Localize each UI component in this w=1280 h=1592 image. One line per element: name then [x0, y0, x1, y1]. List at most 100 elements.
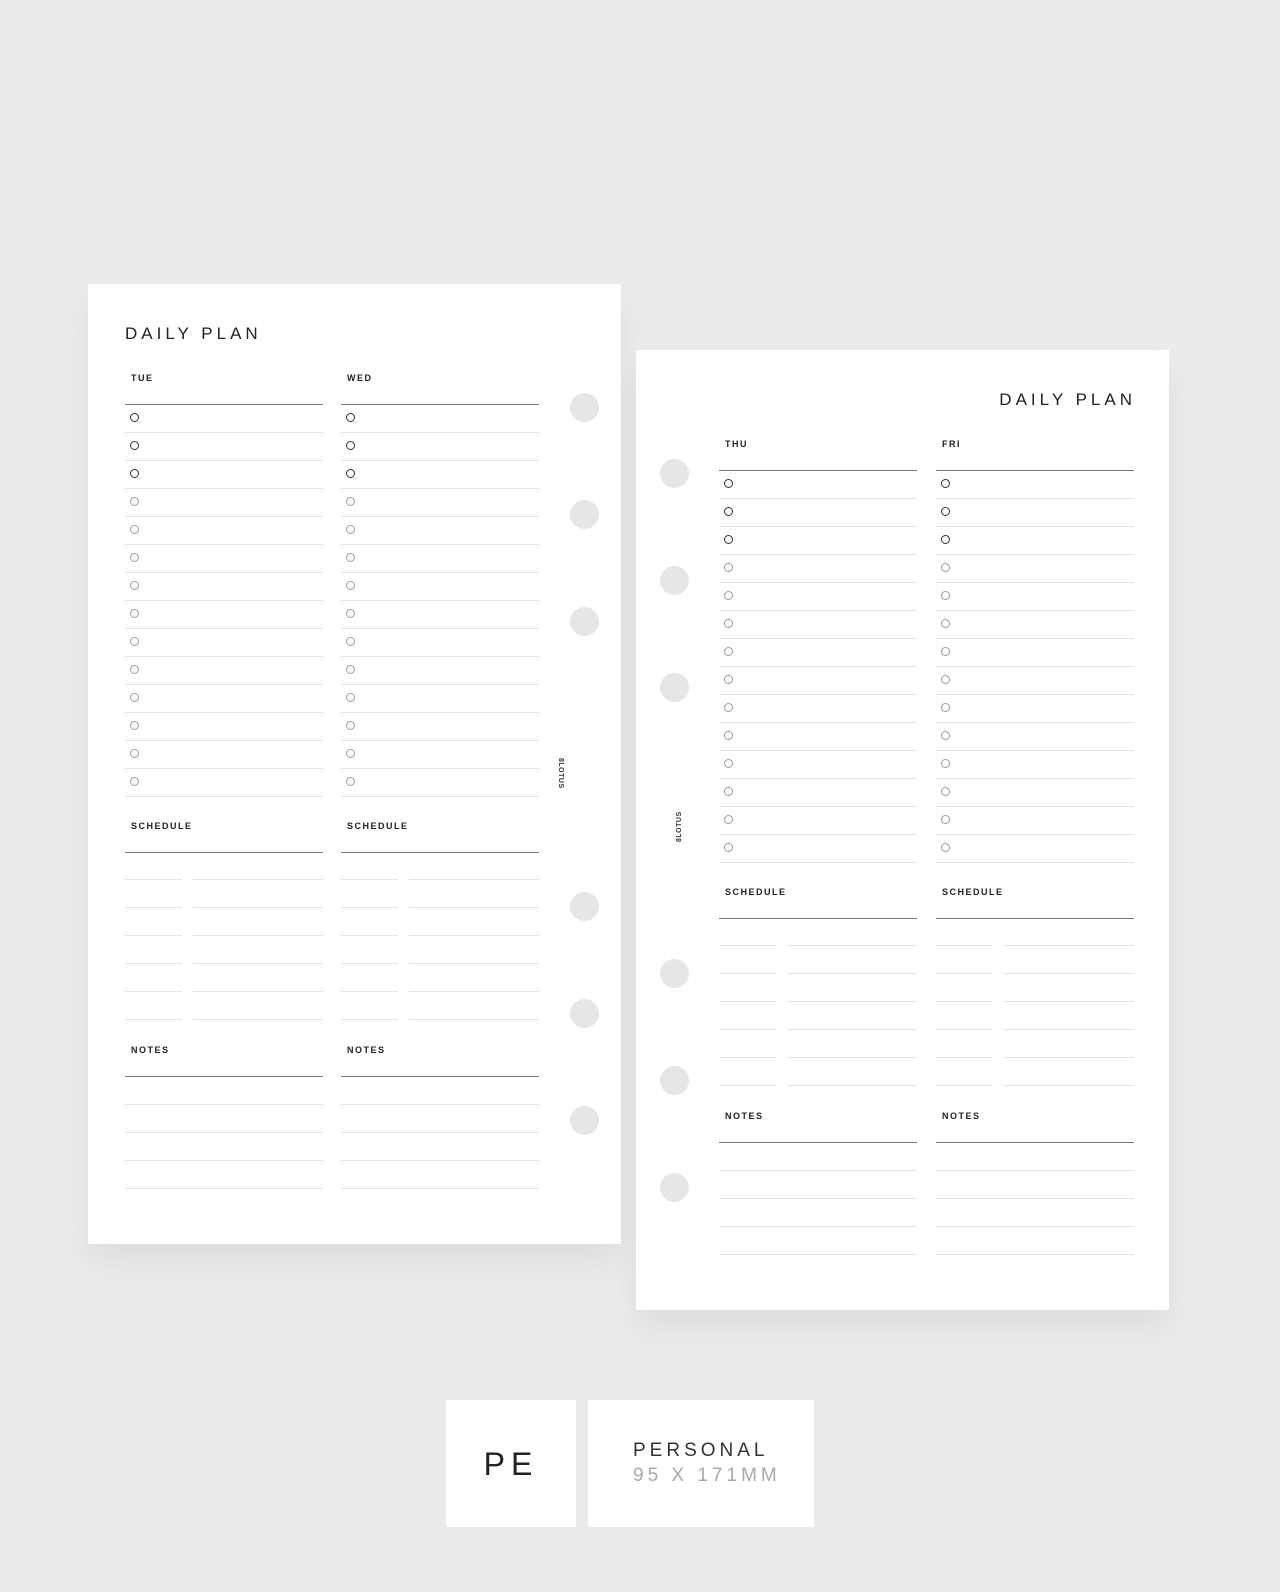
task-row[interactable]: [125, 461, 323, 489]
checkbox-circle-icon[interactable]: [130, 749, 139, 758]
schedule-row[interactable]: [719, 975, 917, 1003]
task-row[interactable]: [125, 741, 323, 769]
task-row[interactable]: [341, 433, 539, 461]
schedule-row[interactable]: [125, 965, 323, 993]
schedule-row[interactable]: [341, 909, 539, 937]
checkbox-circle-icon[interactable]: [724, 563, 733, 572]
notes-line[interactable]: [125, 1161, 323, 1189]
schedule-row[interactable]: [341, 993, 539, 1021]
schedule-row[interactable]: [341, 853, 539, 881]
checkbox-circle-icon[interactable]: [130, 581, 139, 590]
notes-line[interactable]: [341, 1077, 539, 1105]
checkbox-circle-icon[interactable]: [130, 721, 139, 730]
checkbox-circle-icon[interactable]: [941, 703, 950, 712]
checkbox-circle-icon[interactable]: [941, 479, 950, 488]
checkbox-circle-icon[interactable]: [724, 843, 733, 852]
notes-line[interactable]: [719, 1227, 917, 1255]
checkbox-circle-icon[interactable]: [724, 731, 733, 740]
checkbox-circle-icon[interactable]: [130, 553, 139, 562]
checkbox-circle-icon[interactable]: [724, 619, 733, 628]
checkbox-circle-icon[interactable]: [941, 507, 950, 516]
task-row[interactable]: [719, 639, 917, 667]
schedule-row[interactable]: [936, 975, 1134, 1003]
task-row[interactable]: [719, 499, 917, 527]
checkbox-circle-icon[interactable]: [724, 647, 733, 656]
task-row[interactable]: [719, 667, 917, 695]
checkbox-circle-icon[interactable]: [724, 591, 733, 600]
task-row[interactable]: [936, 471, 1134, 499]
schedule-row[interactable]: [719, 1003, 917, 1031]
task-row[interactable]: [341, 573, 539, 601]
task-row[interactable]: [719, 807, 917, 835]
checkbox-circle-icon[interactable]: [130, 525, 139, 534]
checkbox-circle-icon[interactable]: [346, 637, 355, 646]
task-row[interactable]: [719, 835, 917, 863]
checkbox-circle-icon[interactable]: [130, 441, 139, 450]
task-row[interactable]: [125, 629, 323, 657]
schedule-row[interactable]: [719, 1059, 917, 1087]
notes-line[interactable]: [341, 1105, 539, 1133]
checkbox-circle-icon[interactable]: [724, 703, 733, 712]
notes-line[interactable]: [341, 1161, 539, 1189]
task-row[interactable]: [125, 657, 323, 685]
task-row[interactable]: [125, 433, 323, 461]
task-row[interactable]: [341, 685, 539, 713]
task-row[interactable]: [341, 461, 539, 489]
checkbox-circle-icon[interactable]: [724, 787, 733, 796]
schedule-row[interactable]: [341, 937, 539, 965]
checkbox-circle-icon[interactable]: [130, 665, 139, 674]
checkbox-circle-icon[interactable]: [941, 731, 950, 740]
task-row[interactable]: [719, 751, 917, 779]
checkbox-circle-icon[interactable]: [346, 553, 355, 562]
schedule-row[interactable]: [936, 1059, 1134, 1087]
notes-line[interactable]: [125, 1105, 323, 1133]
checkbox-circle-icon[interactable]: [346, 497, 355, 506]
task-row[interactable]: [936, 723, 1134, 751]
schedule-row[interactable]: [936, 919, 1134, 947]
schedule-row[interactable]: [125, 881, 323, 909]
checkbox-circle-icon[interactable]: [130, 637, 139, 646]
task-row[interactable]: [936, 835, 1134, 863]
task-row[interactable]: [341, 741, 539, 769]
task-row[interactable]: [341, 657, 539, 685]
notes-line[interactable]: [936, 1143, 1134, 1171]
task-row[interactable]: [125, 713, 323, 741]
schedule-row[interactable]: [719, 947, 917, 975]
task-row[interactable]: [341, 405, 539, 433]
checkbox-circle-icon[interactable]: [724, 507, 733, 516]
checkbox-circle-icon[interactable]: [130, 693, 139, 702]
schedule-row[interactable]: [719, 1031, 917, 1059]
task-row[interactable]: [341, 489, 539, 517]
task-row[interactable]: [125, 685, 323, 713]
task-row[interactable]: [936, 639, 1134, 667]
task-row[interactable]: [936, 527, 1134, 555]
schedule-row[interactable]: [341, 881, 539, 909]
schedule-row[interactable]: [719, 919, 917, 947]
task-row[interactable]: [341, 629, 539, 657]
notes-line[interactable]: [125, 1077, 323, 1105]
task-row[interactable]: [719, 611, 917, 639]
task-row[interactable]: [341, 713, 539, 741]
checkbox-circle-icon[interactable]: [130, 609, 139, 618]
checkbox-circle-icon[interactable]: [346, 469, 355, 478]
checkbox-circle-icon[interactable]: [346, 777, 355, 786]
checkbox-circle-icon[interactable]: [724, 675, 733, 684]
notes-line[interactable]: [125, 1133, 323, 1161]
checkbox-circle-icon[interactable]: [941, 843, 950, 852]
checkbox-circle-icon[interactable]: [346, 721, 355, 730]
notes-line[interactable]: [341, 1133, 539, 1161]
checkbox-circle-icon[interactable]: [346, 609, 355, 618]
checkbox-circle-icon[interactable]: [346, 441, 355, 450]
task-row[interactable]: [936, 611, 1134, 639]
schedule-row[interactable]: [125, 853, 323, 881]
schedule-row[interactable]: [341, 965, 539, 993]
notes-line[interactable]: [719, 1199, 917, 1227]
task-row[interactable]: [936, 779, 1134, 807]
checkbox-circle-icon[interactable]: [941, 787, 950, 796]
schedule-row[interactable]: [936, 1003, 1134, 1031]
schedule-row[interactable]: [125, 993, 323, 1021]
task-row[interactable]: [341, 517, 539, 545]
schedule-row[interactable]: [125, 937, 323, 965]
schedule-row[interactable]: [936, 1031, 1134, 1059]
task-row[interactable]: [936, 499, 1134, 527]
